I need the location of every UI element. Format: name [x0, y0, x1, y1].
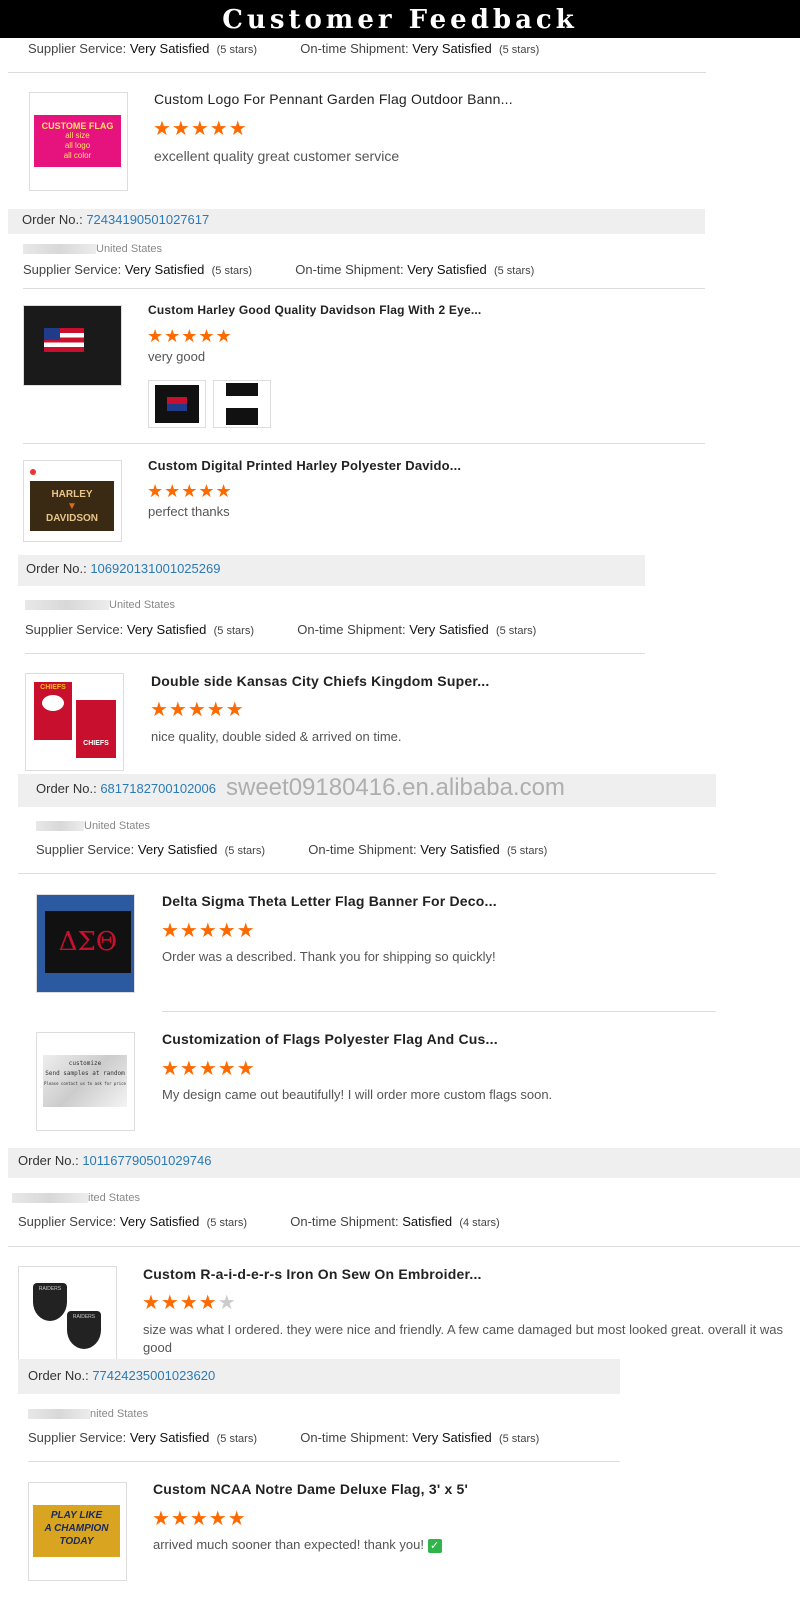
- star-rating: ★★★★★: [153, 118, 248, 140]
- product-title[interactable]: Custom R-a-i-d-e-r-s Iron On Sew On Embr…: [143, 1266, 482, 1282]
- star-rating: ★★★★★: [147, 326, 233, 346]
- review-comment: very good: [148, 349, 206, 364]
- review-photo[interactable]: [148, 380, 206, 428]
- product-title[interactable]: Customization of Flags Polyester Flag An…: [162, 1031, 498, 1047]
- ratings-row: Supplier Service: Very Satisfied (5 star…: [23, 262, 535, 277]
- product-thumbnail[interactable]: CHIEFS CHIEFS: [25, 673, 124, 771]
- buyer-country: nited States: [28, 1408, 148, 1420]
- order-number-link[interactable]: 106920131001025269: [90, 561, 220, 576]
- product-thumbnail[interactable]: HARLEY ▼ DAVIDSON: [23, 460, 122, 542]
- product-thumbnail[interactable]: PLAY LIKE A CHAMPION TODAY: [28, 1482, 127, 1581]
- buyer-country: United States: [36, 820, 150, 832]
- star-rating: ★★★★★: [150, 699, 245, 721]
- ratings-row: Supplier Service: Very Satisfied (5 star…: [28, 1430, 540, 1445]
- check-icon: ✓: [427, 1538, 442, 1553]
- page-title: Customer Feedback: [0, 0, 800, 38]
- product-thumbnail[interactable]: [23, 305, 122, 386]
- star-rating: ★★★★★: [152, 1508, 247, 1530]
- order-number-link[interactable]: 77424235001023620: [92, 1368, 215, 1383]
- product-thumbnail[interactable]: customize Send samples at random Please …: [36, 1032, 135, 1131]
- buyer-country: United States: [25, 599, 175, 611]
- star-rating: ★★★★★: [142, 1292, 237, 1314]
- review-comment: arrived much sooner than expected! thank…: [153, 1537, 442, 1553]
- review-photo[interactable]: [213, 380, 271, 428]
- review-comment: nice quality, double sided & arrived on …: [151, 729, 402, 744]
- product-thumbnail[interactable]: CUSTOME FLAG all size all logo all color: [29, 92, 128, 191]
- order-number-link[interactable]: 6817182700102006: [100, 781, 216, 796]
- order-number-link[interactable]: 101167790501029746: [82, 1153, 211, 1168]
- product-title[interactable]: Double side Kansas City Chiefs Kingdom S…: [151, 673, 489, 689]
- product-title[interactable]: Custom Logo For Pennant Garden Flag Outd…: [154, 91, 513, 107]
- review-comment: Order was a described. Thank you for shi…: [162, 949, 496, 964]
- review-comment: perfect thanks: [148, 504, 230, 519]
- review-comment: My design came out beautifully! I will o…: [162, 1087, 553, 1102]
- ratings-row: Supplier Service: Very Satisfied (5 star…: [25, 622, 537, 637]
- star-rating: ★★★★★: [147, 481, 233, 501]
- star-rating: ★★★★★: [161, 1058, 256, 1080]
- order-bar: Order No.: 72434190501027617: [8, 209, 705, 234]
- order-number-link[interactable]: 72434190501027617: [86, 212, 209, 227]
- product-title[interactable]: Custom Harley Good Quality Davidson Flag…: [148, 303, 481, 317]
- ratings-row: Supplier Service: Very Satisfied (5 star…: [36, 842, 548, 857]
- product-title[interactable]: Custom NCAA Notre Dame Deluxe Flag, 3' x…: [153, 1481, 468, 1497]
- product-thumbnail[interactable]: ΔΣΘ: [36, 894, 135, 993]
- order-bar: Order No.: 101167790501029746: [8, 1148, 800, 1178]
- review-comment: excellent quality great customer service: [154, 148, 400, 164]
- ratings-row: Supplier Service: Very Satisfied (5 star…: [28, 41, 540, 56]
- watermark: sweet09180416.en.alibaba.com: [226, 774, 565, 801]
- order-bar: Order No.: 106920131001025269: [18, 555, 645, 586]
- buyer-country: United States: [23, 243, 162, 255]
- star-rating: ★★★★★: [161, 920, 256, 942]
- product-title[interactable]: Custom Digital Printed Harley Polyester …: [148, 458, 461, 473]
- product-thumbnail[interactable]: RAIDERS RAIDERS: [18, 1266, 117, 1361]
- product-title[interactable]: Delta Sigma Theta Letter Flag Banner For…: [162, 893, 497, 909]
- ratings-row: Supplier Service: Very Satisfied (5 star…: [18, 1214, 500, 1229]
- review-comment: size was what I ordered. they were nice …: [143, 1322, 783, 1355]
- order-bar: Order No.: 77424235001023620: [18, 1359, 620, 1394]
- buyer-country: ited States: [12, 1192, 140, 1204]
